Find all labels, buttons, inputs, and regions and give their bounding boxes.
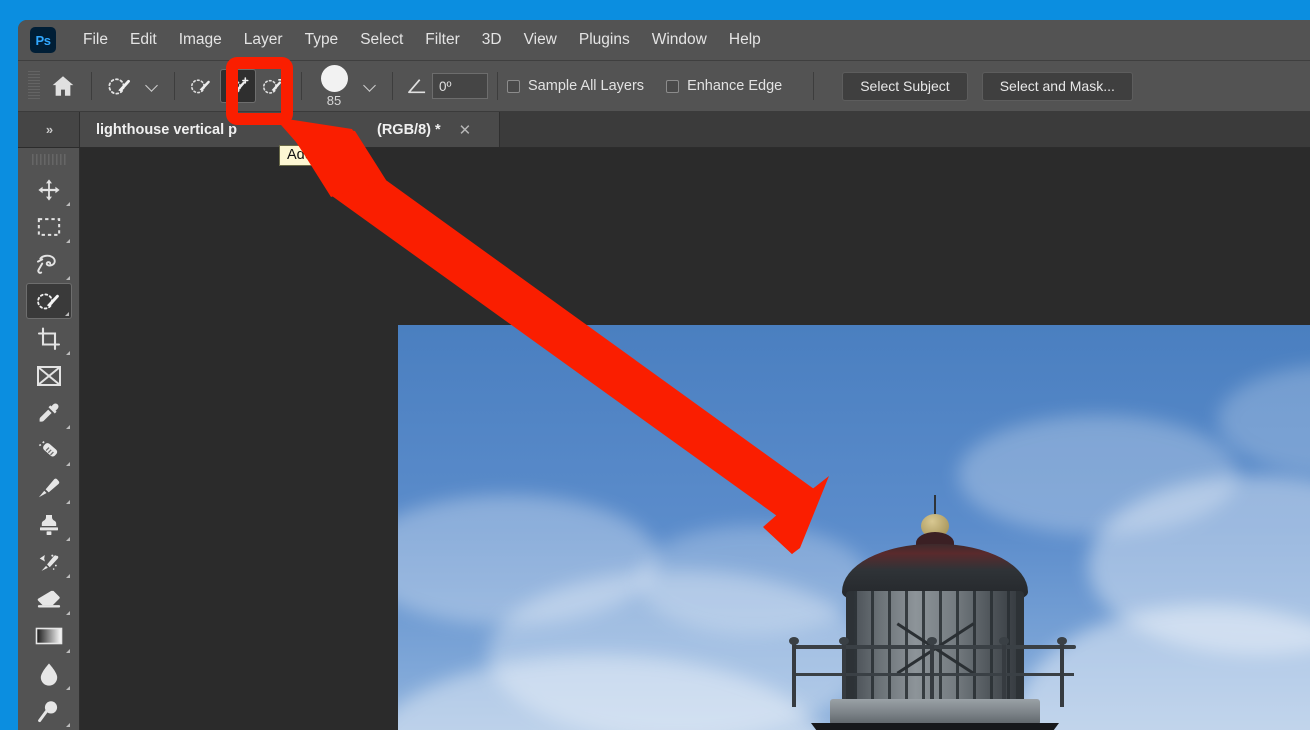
options-separator-2 — [174, 72, 175, 100]
gradient-tool[interactable] — [26, 618, 72, 654]
brush-chevron-down-icon[interactable] — [363, 79, 377, 93]
tool-flyout-corner — [65, 276, 70, 281]
toolbar-collapse-button[interactable]: » — [18, 112, 80, 147]
options-separator — [91, 72, 92, 100]
document-image[interactable] — [398, 325, 1310, 730]
checkbox-box-icon-2 — [666, 79, 680, 93]
add-to-selection-button[interactable] — [220, 69, 256, 103]
document-tab-title: lighthouse vertical p — [96, 121, 237, 138]
history-brush-tool[interactable] — [26, 544, 72, 580]
menu-item-layer[interactable]: Layer — [233, 27, 294, 53]
frame-tool[interactable] — [26, 358, 72, 394]
menu-item-window[interactable]: Window — [641, 27, 718, 53]
menu-item-type[interactable]: Type — [294, 27, 350, 53]
tool-flyout-corner — [65, 611, 70, 616]
enhance-edge-label: Enhance Edge — [687, 78, 783, 94]
tool-flyout-corner — [65, 685, 70, 690]
select-subject-button[interactable]: Select Subject — [842, 71, 968, 101]
tools-panel-grip[interactable] — [31, 154, 66, 166]
rectangular-marquee-tool[interactable] — [26, 209, 72, 245]
photoshop-window: Ps File Edit Image Layer Type Select Fil… — [18, 20, 1310, 730]
brush-size-preview[interactable]: 85 — [311, 64, 357, 108]
menu-item-3d[interactable]: 3D — [471, 27, 513, 53]
lasso-tool[interactable] — [26, 246, 72, 282]
document-tab[interactable]: lighthouse vertical p (RGB/8) * ✕ — [80, 112, 500, 147]
tool-flyout-corner — [65, 238, 70, 243]
brush-tool[interactable] — [26, 469, 72, 505]
subtract-from-selection-button[interactable] — [256, 69, 292, 103]
select-and-mask-button[interactable]: Select and Mask... — [981, 71, 1133, 101]
dodge-tool[interactable] — [26, 693, 72, 729]
menu-item-filter[interactable]: Filter — [414, 27, 470, 53]
tool-flyout-corner — [65, 201, 70, 206]
document-tab-bar: » lighthouse vertical p (RGB/8) * ✕ — [18, 112, 1310, 148]
tool-flyout-corner — [65, 425, 70, 430]
tool-flyout-corner — [65, 536, 70, 541]
menu-item-file[interactable]: File — [72, 27, 119, 53]
tool-flyout-corner — [65, 350, 70, 355]
photoshop-logo-icon[interactable]: Ps — [30, 27, 56, 53]
tool-flyout-corner — [65, 574, 70, 579]
options-bar-grip[interactable] — [28, 71, 40, 101]
checkbox-box-icon — [507, 79, 520, 93]
tool-preset-chevron-down-icon[interactable] — [145, 79, 159, 93]
new-selection-button[interactable] — [184, 69, 220, 103]
options-bar: 85 0º Sample All Layers Enhance Edge Sel… — [18, 61, 1310, 112]
home-icon[interactable] — [44, 67, 82, 105]
quick-selection-tool[interactable] — [25, 283, 72, 320]
healing-brush-tool[interactable] — [26, 432, 72, 468]
move-tool[interactable] — [26, 171, 72, 207]
canvas-area[interactable] — [80, 148, 1310, 730]
menu-item-plugins[interactable]: Plugins — [568, 27, 641, 53]
tools-panel — [18, 148, 80, 730]
sample-all-layers-checkbox[interactable]: Sample All Layers — [507, 78, 644, 94]
menu-bar: Ps File Edit Image Layer Type Select Fil… — [18, 20, 1310, 61]
menu-item-view[interactable]: View — [513, 27, 568, 53]
brush-dot-icon — [320, 64, 348, 92]
menu-item-select[interactable]: Select — [349, 27, 414, 53]
tool-flyout-corner — [64, 312, 69, 317]
eraser-tool[interactable] — [26, 581, 72, 617]
options-separator-4 — [392, 72, 393, 100]
blur-tool[interactable] — [26, 656, 72, 692]
options-separator-5 — [497, 72, 498, 100]
tool-flyout-corner — [65, 648, 70, 653]
enhance-edge-checkbox[interactable]: Enhance Edge — [666, 78, 782, 94]
options-separator-6 — [813, 72, 815, 100]
quick-selection-tool-icon[interactable] — [101, 67, 139, 105]
angle-icon — [402, 67, 432, 105]
options-separator-3 — [301, 72, 302, 100]
brush-size-value: 85 — [326, 92, 342, 108]
double-chevron-right-icon: » — [45, 122, 53, 137]
crop-tool[interactable] — [26, 320, 72, 356]
tooltip: Add to s — [279, 145, 349, 166]
lighthouse-subject — [770, 495, 1100, 730]
tool-flyout-corner — [65, 499, 70, 504]
sample-all-layers-label: Sample All Layers — [528, 78, 645, 94]
angle-input[interactable]: 0º — [432, 73, 488, 99]
clone-stamp-tool[interactable] — [26, 507, 72, 543]
tool-flyout-corner — [65, 462, 70, 467]
menu-item-image[interactable]: Image — [168, 27, 233, 53]
menu-item-edit[interactable]: Edit — [119, 27, 168, 53]
document-tab-mode: (RGB/8) * — [377, 121, 441, 138]
eyedropper-tool[interactable] — [26, 395, 72, 431]
menu-item-help[interactable]: Help — [718, 27, 772, 53]
tool-flyout-corner — [65, 723, 70, 728]
close-icon[interactable]: ✕ — [459, 121, 472, 139]
